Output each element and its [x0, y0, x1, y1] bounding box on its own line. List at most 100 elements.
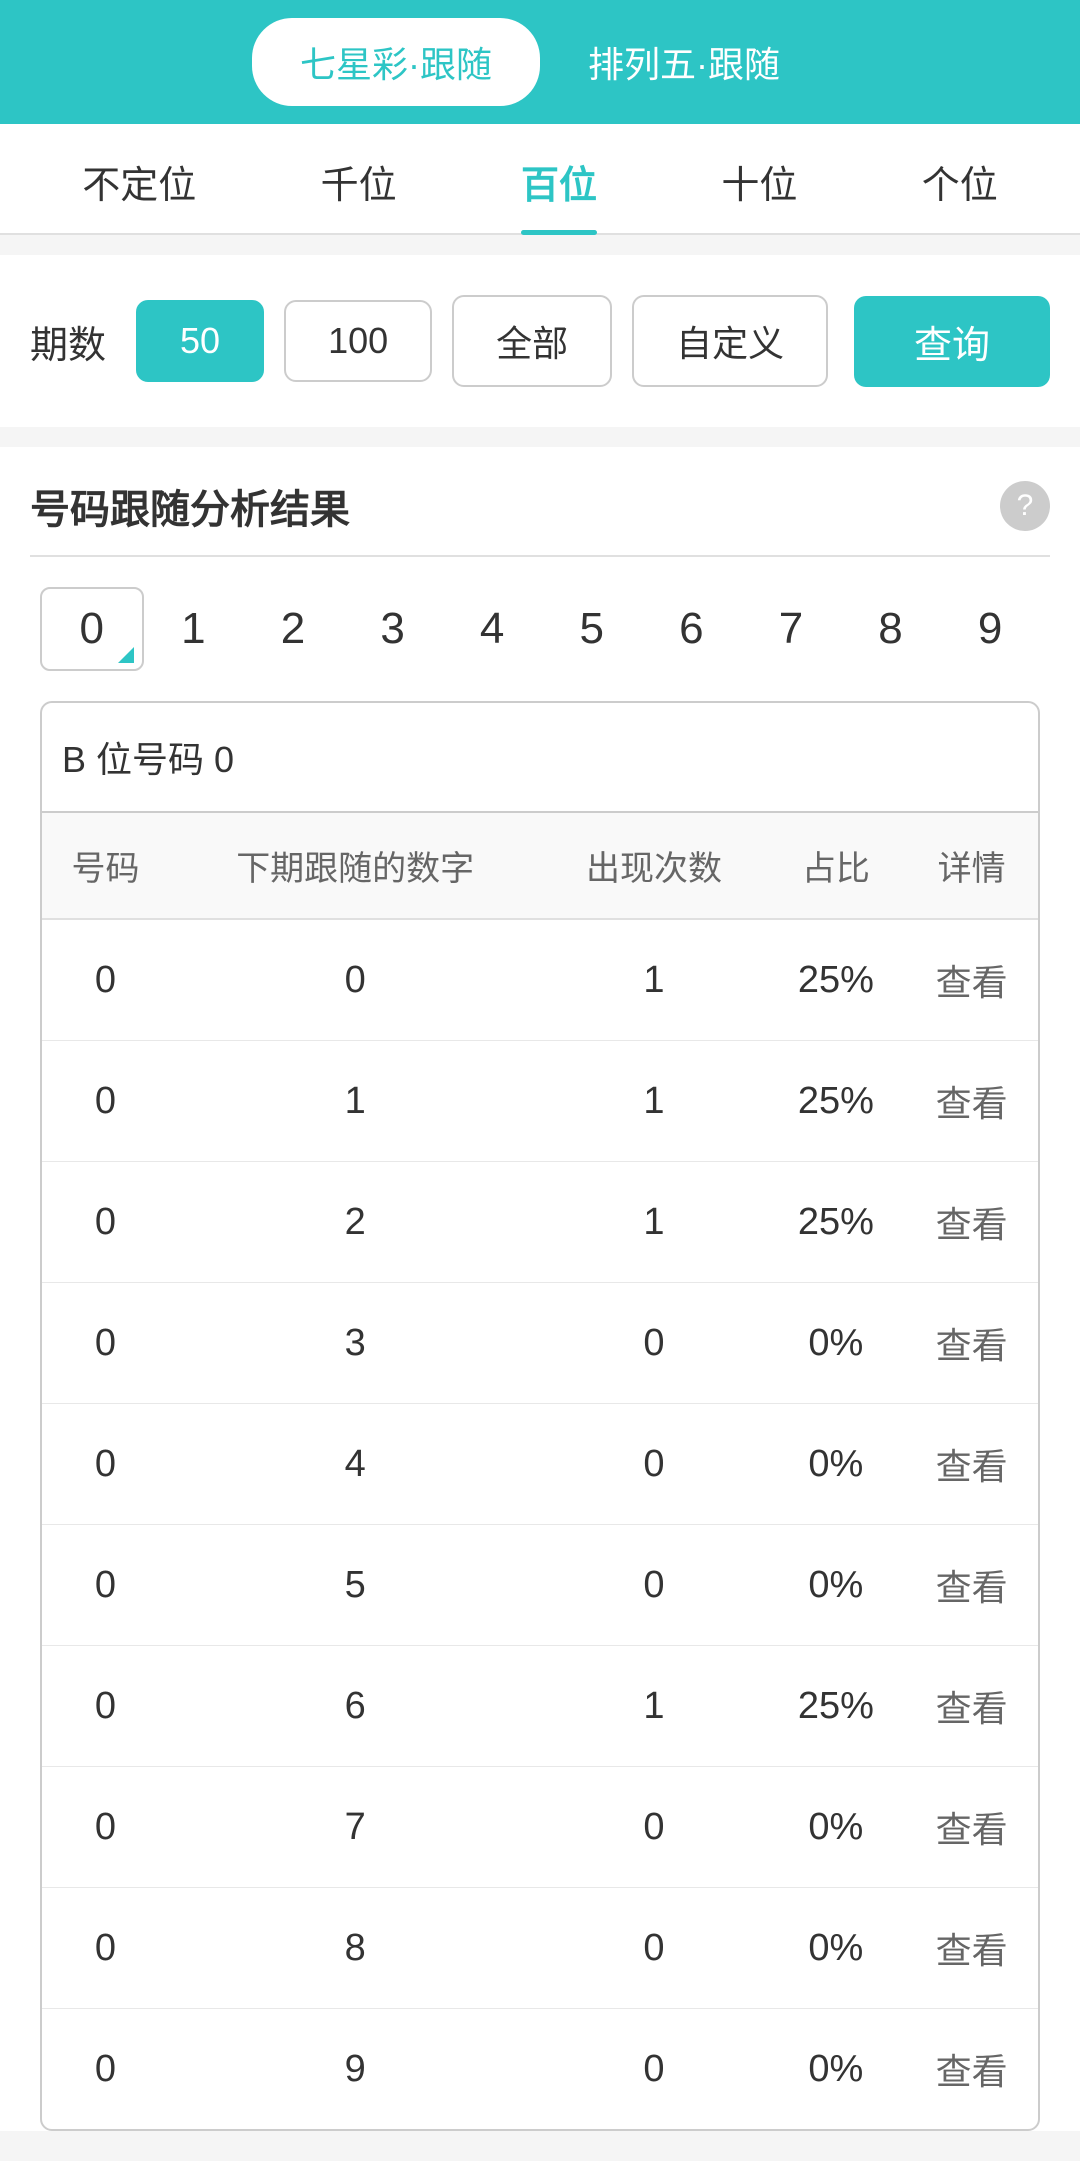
cell-next-7: 7: [169, 1767, 541, 1888]
number-item-5[interactable]: 5: [542, 589, 642, 669]
position-nav: 不定位 千位 百位 十位 个位: [0, 124, 1080, 235]
cell-next-2: 2: [169, 1162, 541, 1283]
table-row: 0 0 1 25% 查看: [42, 919, 1038, 1041]
table-column-headers: 号码 下期跟随的数字 出现次数 占比 详情: [42, 813, 1038, 919]
cell-code-4: 0: [42, 1404, 169, 1525]
period-btn-50[interactable]: 50: [136, 300, 264, 382]
tab-baiwei[interactable]: 百位: [521, 154, 597, 233]
cell-ratio-2: 25%: [767, 1162, 906, 1283]
col-header-ratio: 占比: [767, 813, 906, 919]
col-header-count: 出现次数: [541, 813, 766, 919]
cell-ratio-5: 0%: [767, 1525, 906, 1646]
analysis-table-container: B 位号码 0 号码 下期跟随的数字 出现次数 占比 详情 0 0 1 25% …: [40, 701, 1040, 2131]
header-tab-paliezwu[interactable]: 排列五·跟随: [540, 18, 828, 106]
cell-code-0: 0: [42, 919, 169, 1041]
period-btn-custom[interactable]: 自定义: [632, 295, 828, 387]
tab-budinwei[interactable]: 不定位: [82, 154, 196, 233]
cell-detail-5[interactable]: 查看: [905, 1525, 1038, 1646]
cell-code-2: 0: [42, 1162, 169, 1283]
cell-ratio-8: 0%: [767, 1888, 906, 2009]
analysis-header: 号码跟随分析结果 ?: [30, 477, 1050, 535]
cell-code-7: 0: [42, 1767, 169, 1888]
tab-gewei[interactable]: 个位: [922, 154, 998, 233]
number-item-8[interactable]: 8: [841, 589, 941, 669]
header-tab-qixingcai[interactable]: 七星彩·跟随: [252, 18, 540, 106]
tab-qianwei[interactable]: 千位: [321, 154, 397, 233]
number-item-9[interactable]: 9: [940, 589, 1040, 669]
cell-detail-2[interactable]: 查看: [905, 1162, 1038, 1283]
cell-count-5: 0: [541, 1525, 766, 1646]
col-header-next: 下期跟随的数字: [169, 813, 541, 919]
number-item-7[interactable]: 7: [741, 589, 841, 669]
cell-detail-4[interactable]: 查看: [905, 1404, 1038, 1525]
number-item-3[interactable]: 3: [343, 589, 443, 669]
cell-code-8: 0: [42, 1888, 169, 2009]
cell-ratio-6: 25%: [767, 1646, 906, 1767]
table-row: 0 3 0 0% 查看: [42, 1283, 1038, 1404]
cell-count-9: 0: [541, 2009, 766, 2130]
cell-code-5: 0: [42, 1525, 169, 1646]
cell-count-6: 1: [541, 1646, 766, 1767]
cell-ratio-7: 0%: [767, 1767, 906, 1888]
divider: [30, 555, 1050, 557]
table-row: 0 7 0 0% 查看: [42, 1767, 1038, 1888]
cell-code-3: 0: [42, 1283, 169, 1404]
cell-detail-9[interactable]: 查看: [905, 2009, 1038, 2130]
cell-ratio-9: 0%: [767, 2009, 906, 2130]
query-button[interactable]: 查询: [854, 296, 1050, 387]
cell-count-4: 0: [541, 1404, 766, 1525]
number-item-2[interactable]: 2: [243, 589, 343, 669]
cell-code-1: 0: [42, 1041, 169, 1162]
help-icon[interactable]: ?: [1000, 481, 1050, 531]
cell-next-1: 1: [169, 1041, 541, 1162]
cell-next-4: 4: [169, 1404, 541, 1525]
cell-ratio-4: 0%: [767, 1404, 906, 1525]
number-selector: 0 1 2 3 4 5 6 7 8 9: [30, 587, 1050, 701]
period-btn-100[interactable]: 100: [284, 300, 432, 382]
table-row: 0 4 0 0% 查看: [42, 1404, 1038, 1525]
cell-next-5: 5: [169, 1525, 541, 1646]
cell-count-1: 1: [541, 1041, 766, 1162]
cell-ratio-3: 0%: [767, 1283, 906, 1404]
cell-next-8: 8: [169, 1888, 541, 2009]
period-label: 期数: [30, 314, 106, 369]
cell-detail-3[interactable]: 查看: [905, 1283, 1038, 1404]
cell-detail-8[interactable]: 查看: [905, 1888, 1038, 2009]
period-btn-all[interactable]: 全部: [452, 295, 612, 387]
cell-next-6: 6: [169, 1646, 541, 1767]
cell-next-3: 3: [169, 1283, 541, 1404]
cell-next-0: 0: [169, 919, 541, 1041]
table-row: 0 9 0 0% 查看: [42, 2009, 1038, 2130]
col-header-code: 号码: [42, 813, 169, 919]
cell-detail-1[interactable]: 查看: [905, 1041, 1038, 1162]
number-item-0[interactable]: 0: [40, 587, 144, 671]
analysis-table: 号码 下期跟随的数字 出现次数 占比 详情 0 0 1 25% 查看 0 1 1…: [42, 813, 1038, 2129]
cell-detail-6[interactable]: 查看: [905, 1646, 1038, 1767]
cell-code-6: 0: [42, 1646, 169, 1767]
cell-detail-0[interactable]: 查看: [905, 919, 1038, 1041]
cell-ratio-0: 25%: [767, 919, 906, 1041]
cell-next-9: 9: [169, 2009, 541, 2130]
cell-code-9: 0: [42, 2009, 169, 2130]
table-row: 0 5 0 0% 查看: [42, 1525, 1038, 1646]
table-row: 0 6 1 25% 查看: [42, 1646, 1038, 1767]
number-item-4[interactable]: 4: [442, 589, 542, 669]
cell-count-2: 1: [541, 1162, 766, 1283]
number-item-1[interactable]: 1: [144, 589, 244, 669]
cell-ratio-1: 25%: [767, 1041, 906, 1162]
number-item-6[interactable]: 6: [642, 589, 742, 669]
cell-count-0: 1: [541, 919, 766, 1041]
table-row: 0 2 1 25% 查看: [42, 1162, 1038, 1283]
tab-shiwei[interactable]: 十位: [721, 154, 797, 233]
table-row: 0 8 0 0% 查看: [42, 1888, 1038, 2009]
app-header: 七星彩·跟随 排列五·跟随: [0, 0, 1080, 124]
cell-count-3: 0: [541, 1283, 766, 1404]
cell-count-8: 0: [541, 1888, 766, 2009]
table-section-header: B 位号码 0: [42, 703, 1038, 813]
col-header-detail: 详情: [905, 813, 1038, 919]
analysis-section: 号码跟随分析结果 ? 0 1 2 3 4 5 6 7 8 9 B 位号码 0 号…: [0, 447, 1080, 2131]
period-section: 期数 50 100 全部 自定义 查询: [0, 255, 1080, 427]
analysis-title: 号码跟随分析结果: [30, 477, 350, 535]
cell-count-7: 0: [541, 1767, 766, 1888]
cell-detail-7[interactable]: 查看: [905, 1767, 1038, 1888]
